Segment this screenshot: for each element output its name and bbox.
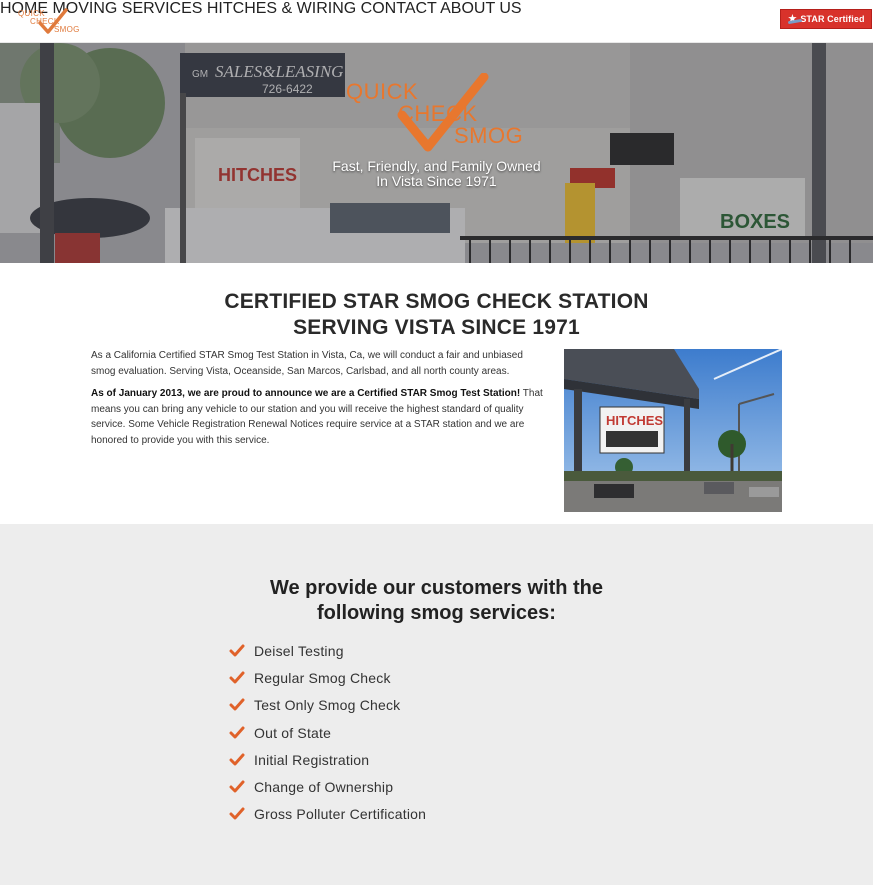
star-certified-label: STAR Certified — [800, 14, 865, 24]
list-item: Out of State — [229, 719, 426, 746]
hero-tagline-line2: In Vista Since 1971 — [376, 173, 497, 189]
hero-logo: QUICK CHECK SMOG — [344, 73, 534, 153]
service-label: Initial Registration — [254, 751, 370, 768]
nav-contact[interactable]: CONTACT — [361, 0, 437, 17]
check-icon — [229, 698, 245, 711]
logo-text-smog: SMOG — [54, 25, 80, 34]
list-item: Change of Ownership — [229, 773, 426, 800]
intro-title-line1: CERTIFIED STAR SMOG CHECK STATION — [224, 290, 649, 313]
star-certified-badge[interactable]: ★ STAR Certified — [780, 9, 872, 29]
service-label: Gross Polluter Certification — [254, 806, 427, 823]
intro-paragraph-2: As of January 2013, we are proud to anno… — [91, 386, 547, 448]
hero-logo-quick: QUICK — [346, 79, 419, 104]
list-item: Initial Registration — [229, 746, 426, 773]
services-title-line1: We provide our customers with the — [269, 577, 604, 599]
list-item: Regular Smog Check — [229, 664, 426, 691]
main-nav: HOME MOVING SERVICES HITCHES & WIRING CO… — [0, 0, 873, 18]
nav-hitches-wiring[interactable]: HITCHES & WIRING — [207, 0, 356, 17]
nav-about-us[interactable]: ABOUT US — [440, 0, 522, 17]
service-label: Regular Smog Check — [254, 669, 391, 686]
hero-tagline: Fast, Friendly, and Family Owned In Vist… — [300, 159, 573, 189]
check-icon — [229, 753, 245, 766]
intro-paragraph-1: As a California Certified STAR Smog Test… — [91, 350, 523, 377]
check-icon — [229, 780, 245, 793]
site-header: QUICK CHECK SMOG HOME MOVING SERVICES HI… — [0, 0, 873, 43]
list-item: Test Only Smog Check — [229, 692, 426, 719]
services-title: We provide our customers with the follow… — [0, 576, 873, 626]
services-section: We provide our customers with the follow… — [0, 524, 873, 885]
list-item: Gross Polluter Certification — [229, 801, 426, 828]
service-label: Test Only Smog Check — [254, 697, 401, 714]
intro-title-line2: SERVING VISTA SINCE 1971 — [293, 316, 580, 339]
hero-tagline-line1: Fast, Friendly, and Family Owned — [332, 158, 541, 174]
site-logo[interactable]: QUICK CHECK SMOG — [16, 6, 86, 36]
list-item: Deisel Testing — [229, 637, 426, 664]
hero-banner: SALES&LEASING GM 726-6422 HITCHES BOXES — [0, 43, 873, 263]
intro-text: As a California Certified STAR Smog Test… — [91, 348, 547, 455]
check-icon — [229, 807, 245, 820]
service-label: Deisel Testing — [254, 642, 344, 659]
intro-paragraph-2-bold: As of January 2013, we are proud to anno… — [91, 388, 521, 399]
services-title-line2: following smog services: — [317, 602, 556, 624]
station-photo: HITCHES — [564, 349, 782, 512]
hero-logo-smog: SMOG — [454, 123, 524, 148]
check-icon — [229, 671, 245, 684]
photo-sign-hitches: HITCHES — [606, 413, 663, 428]
check-icon — [229, 726, 245, 739]
service-label: Out of State — [254, 724, 332, 741]
service-label: Change of Ownership — [254, 779, 394, 796]
hero-logo-check: CHECK — [398, 101, 478, 126]
intro-title: CERTIFIED STAR SMOG CHECK STATION SERVIN… — [0, 289, 873, 341]
services-list: Deisel Testing Regular Smog Check Test O… — [229, 637, 426, 828]
station-photo-image: HITCHES — [564, 349, 782, 512]
check-icon — [229, 644, 245, 657]
